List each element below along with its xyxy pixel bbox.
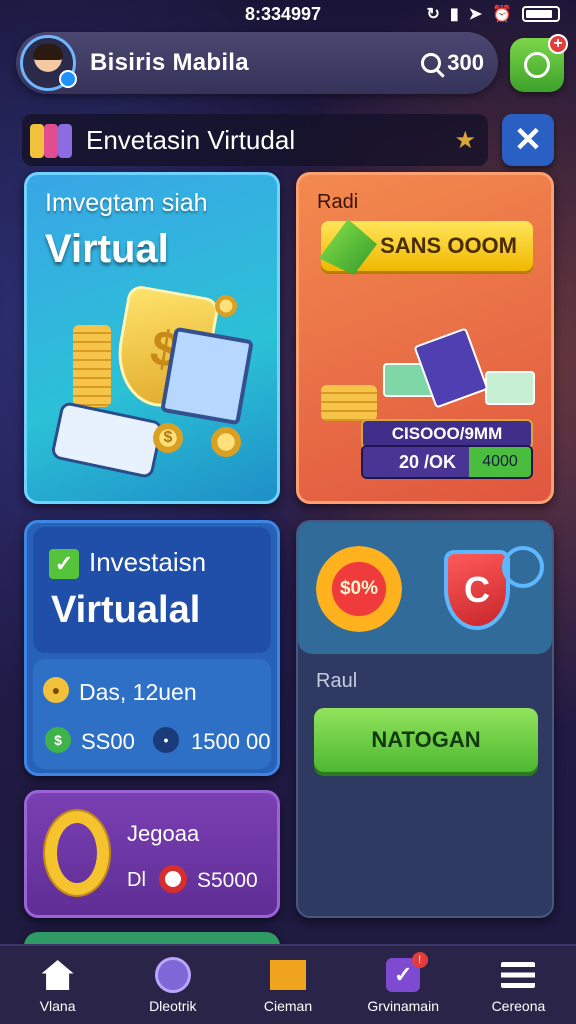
nav-label: Vlana xyxy=(39,998,76,1014)
coin-icon xyxy=(45,811,109,895)
online-indicator-icon xyxy=(59,70,77,88)
search-box[interactable]: 300 xyxy=(421,50,484,76)
home-icon xyxy=(41,960,74,990)
card-title: Jegoaa xyxy=(127,821,200,846)
battery-icon xyxy=(522,6,560,22)
profile-icon xyxy=(154,957,191,993)
shield-icon: C xyxy=(444,550,510,630)
card-heading: Virtual xyxy=(45,227,169,271)
card-label: Raul xyxy=(316,670,358,692)
nav-label: Cereona xyxy=(491,998,546,1014)
search-value: 300 xyxy=(447,50,484,75)
nav-item-mail[interactable]: Cieman xyxy=(230,946,345,1024)
profile-header[interactable]: Bisiris Mabila 300 xyxy=(16,32,498,94)
info-icon: • xyxy=(153,727,179,753)
card-details: ● Das, 12uen $ SS00 • 1500 00 xyxy=(33,659,271,769)
phone-icon xyxy=(50,400,164,480)
user-name: Bisiris Mabila xyxy=(90,49,249,76)
coin-icon xyxy=(211,427,241,457)
coin-icon: $ xyxy=(153,423,183,453)
status-bar: 8:334997 ↻ ▮ ➤ ⏰ xyxy=(0,0,576,28)
chat-button[interactable]: + xyxy=(510,34,568,92)
alarm-icon: ⏰ xyxy=(492,6,512,23)
tablet-icon xyxy=(160,326,254,426)
status-time: 8:334997 xyxy=(245,3,322,24)
nav-label: Cieman xyxy=(263,998,313,1014)
nav-item-menu[interactable]: Cereona xyxy=(461,946,576,1024)
card-header: ✓ Investaisn Virtualal xyxy=(33,527,271,653)
progress-right-value: 4000 xyxy=(469,447,531,477)
card-value: SS00 xyxy=(81,729,135,754)
record-icon xyxy=(159,865,187,893)
card-heading: Virtualal xyxy=(51,589,201,631)
nav-item-home[interactable]: Vlana xyxy=(0,946,115,1024)
card-header: $0% C xyxy=(298,522,552,654)
investasi-virtual-card[interactable]: ✓ Investaisn Virtualal ● Das, 12uen $ SS… xyxy=(24,520,280,776)
card-value: 1500 00 xyxy=(191,729,271,754)
signal-icon: ▮ xyxy=(449,6,459,23)
chat-icon xyxy=(524,52,550,78)
add-badge-icon: + xyxy=(548,34,568,54)
sync-icon: ↻ xyxy=(426,6,440,23)
section-title-bar: Envetasin Virtudal ★ xyxy=(22,114,488,166)
card-value: S5000 xyxy=(197,869,258,892)
cash-icon xyxy=(485,371,535,405)
nav-label: Grvinamain xyxy=(367,998,439,1014)
coin-icon xyxy=(215,295,237,317)
page-title: Envetasin Virtudal xyxy=(86,124,296,155)
close-icon: ✕ xyxy=(513,121,543,159)
coin-stack-icon xyxy=(73,325,111,407)
status-icons: ↻ ▮ ➤ ⏰ xyxy=(426,4,560,24)
location-icon: ➤ xyxy=(468,6,483,23)
bottom-navigation: Vlana Dleotrik Cieman ✓ ! Grvinamain Cer… xyxy=(0,944,576,1024)
mail-icon xyxy=(270,960,306,990)
search-icon[interactable] xyxy=(421,53,442,73)
nav-item-tasks[interactable]: ✓ ! Grvinamain xyxy=(346,946,461,1024)
card-prefix: Dl xyxy=(127,869,146,891)
card-title: Imvegtam siah xyxy=(45,189,208,217)
menu-icon xyxy=(501,962,536,988)
card-title: Investaisn xyxy=(89,547,207,577)
money-icon: $ xyxy=(45,727,71,753)
clock-icon: ● xyxy=(43,677,69,703)
investment-progress: 20 /OK 4000 xyxy=(361,445,533,479)
radi-offer-card[interactable]: Radi SANS OOOM CISOOO/9MM 20 /OK 4000 xyxy=(296,172,554,504)
check-icon: ✓ xyxy=(49,549,79,579)
nav-label: Dleotrik xyxy=(149,998,197,1014)
notification-badge-icon: ! xyxy=(411,952,428,968)
coin-stack-icon xyxy=(321,385,377,421)
security-card[interactable]: $0% C Raul NATOGAN xyxy=(296,520,554,918)
close-button[interactable]: ✕ xyxy=(502,114,554,166)
star-icon: ★ xyxy=(454,126,476,154)
jegoaa-card[interactable]: Jegoaa Dl S5000 xyxy=(24,790,280,918)
ring-icon xyxy=(502,546,544,588)
progress-left-value: 20 /OK xyxy=(363,447,469,477)
avatar[interactable] xyxy=(20,35,77,91)
coin-stack-icon xyxy=(26,120,76,160)
virtual-investment-card[interactable]: Imvegtam siah Virtual $ $ xyxy=(24,172,280,504)
nav-item-profile[interactable]: Dleotrik xyxy=(115,946,230,1024)
card-date: Das, 12uen xyxy=(79,679,197,705)
action-button[interactable]: NATOGAN xyxy=(314,708,538,772)
gear-icon: $0% xyxy=(316,546,402,632)
card-title: Radi xyxy=(317,191,359,213)
